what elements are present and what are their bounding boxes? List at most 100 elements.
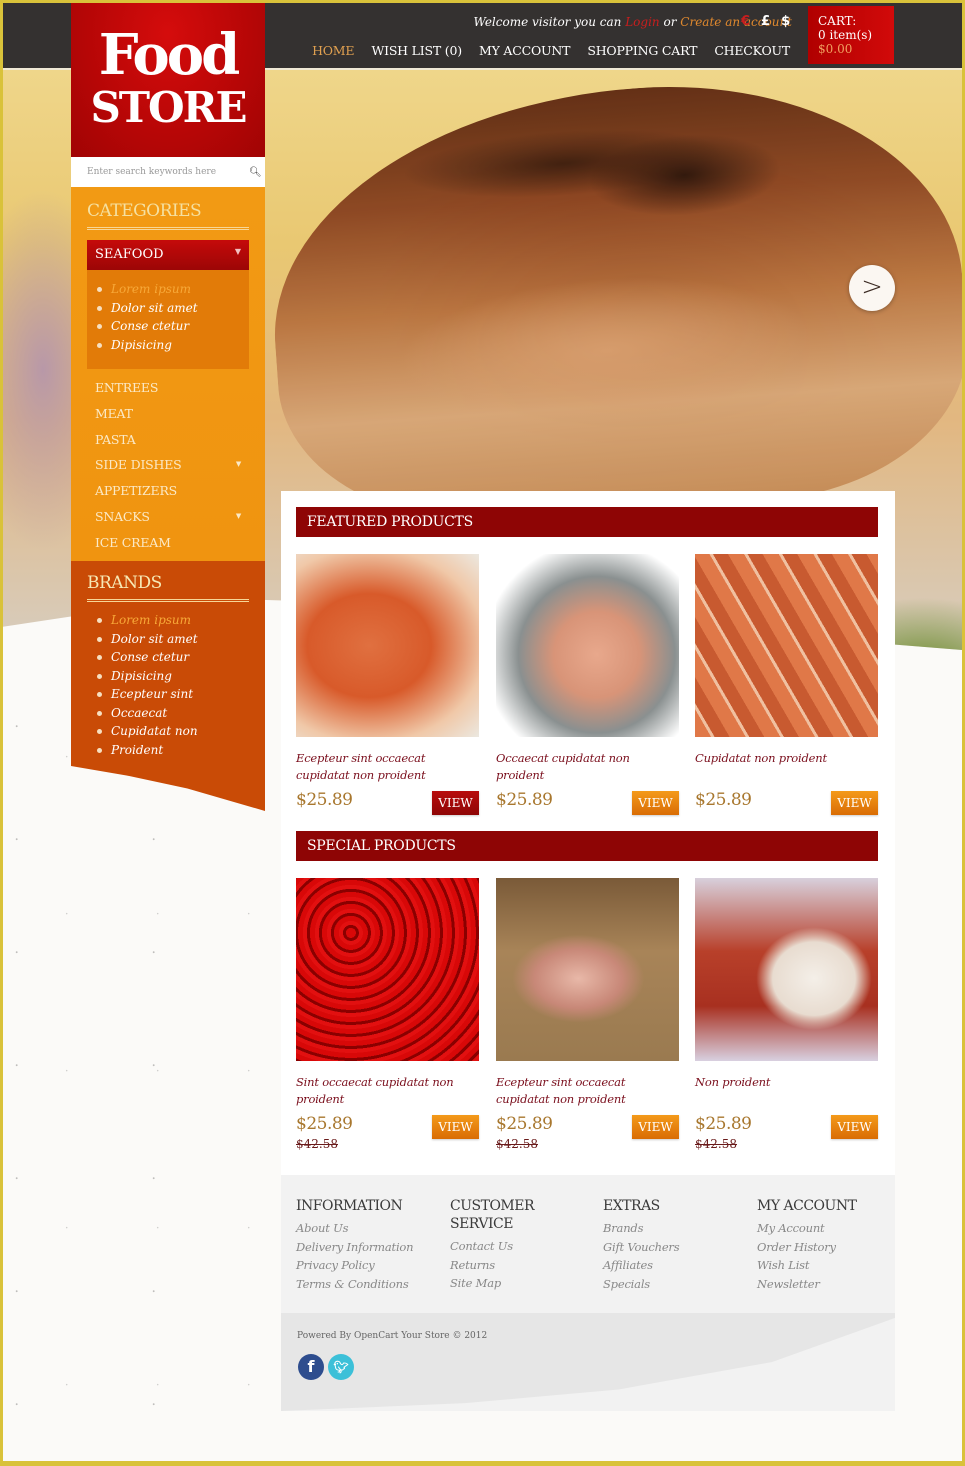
category-snacks[interactable]: SNACKS ▼: [95, 504, 241, 530]
footer-column-customer-service: CUSTOMER SERVICE Contact Us Returns Site…: [450, 1197, 560, 1293]
logo[interactable]: Food STORE: [71, 3, 265, 157]
login-link[interactable]: Login: [625, 15, 659, 29]
footer-link[interactable]: Privacy Policy: [296, 1256, 446, 1275]
footer-column-title: INFORMATION: [296, 1198, 403, 1214]
category-list: ENTREES MEAT PASTA SIDE DISHES ▼ APPETIZE…: [95, 375, 241, 556]
product-image[interactable]: [296, 878, 479, 1061]
product-price: $25.89: [296, 790, 353, 810]
currency-euro[interactable]: €: [741, 14, 750, 29]
product-name[interactable]: Cupidatat non proident: [695, 750, 878, 784]
footer-link[interactable]: My Account: [757, 1219, 907, 1238]
special-product-card: Ecepteur sint occaecat cupidatat non pro…: [496, 878, 679, 1151]
category-label: APPETIZERS: [95, 483, 178, 499]
brand-item[interactable]: Conse ctetur: [95, 648, 198, 667]
product-name[interactable]: Non proident: [695, 1074, 878, 1108]
category-label: SIDE DISHES: [95, 457, 182, 473]
featured-products-title: FEATURED PRODUCTS: [296, 507, 878, 537]
footer-link[interactable]: Newsletter: [757, 1275, 907, 1294]
product-old-price: $42.58: [496, 1137, 538, 1151]
categories-title: CATEGORIES: [87, 201, 249, 230]
search-box: 🔍︎: [71, 157, 265, 187]
nav-home[interactable]: HOME: [312, 43, 354, 58]
category-seafood[interactable]: SEAFOOD ▼: [87, 240, 249, 270]
category-pasta[interactable]: PASTA: [95, 427, 241, 453]
footer-column-extras: EXTRAS Brands Gift Vouchers Affiliates S…: [603, 1197, 753, 1293]
category-ice-cream[interactable]: ICE CREAM: [95, 530, 241, 556]
category-appetizers[interactable]: APPETIZERS: [95, 478, 241, 504]
seafood-subcategories: Lorem ipsum Dolor sit amet Conse ctetur …: [87, 270, 249, 369]
product-name[interactable]: Occaecat cupidatat non proident: [496, 750, 679, 784]
category-entrees[interactable]: ENTREES: [95, 375, 241, 401]
search-input[interactable]: [87, 167, 237, 177]
brand-item[interactable]: Ecepteur sint: [95, 685, 198, 704]
product-image[interactable]: [496, 554, 679, 737]
product-name[interactable]: Ecepteur sint occaecat cupidatat non pro…: [496, 1074, 679, 1108]
product-price: $25.89: [496, 790, 553, 810]
footer-link[interactable]: Brands: [603, 1219, 753, 1238]
brand-item[interactable]: Dipisicing: [95, 667, 198, 686]
currency-dollar[interactable]: $: [781, 14, 790, 29]
currency-switcher: € £ $: [741, 14, 801, 29]
nav-wish-list[interactable]: WISH LIST (0): [371, 43, 462, 58]
nav-my-account[interactable]: MY ACCOUNT: [479, 43, 570, 58]
footer-link[interactable]: Order History: [757, 1238, 907, 1257]
product-image[interactable]: [496, 878, 679, 1061]
category-side-dishes[interactable]: SIDE DISHES ▼: [95, 452, 241, 478]
chevron-down-icon[interactable]: ▼: [235, 247, 241, 256]
product-name[interactable]: Sint occaecat cupidatat non proident: [296, 1074, 479, 1108]
twitter-icon[interactable]: 🐦︎: [328, 1354, 354, 1380]
product-image[interactable]: [695, 878, 878, 1061]
category-meat[interactable]: MEAT: [95, 401, 241, 427]
footer-link[interactable]: Terms & Conditions: [296, 1275, 446, 1294]
nav-shopping-cart[interactable]: SHOPPING CART: [587, 43, 697, 58]
view-button[interactable]: VIEW: [632, 1115, 679, 1139]
product-image[interactable]: [695, 554, 878, 737]
footer-link[interactable]: Specials: [603, 1275, 753, 1294]
footer-link[interactable]: Returns: [450, 1256, 560, 1275]
footer-link[interactable]: Delivery Information: [296, 1238, 446, 1257]
logo-line-2: STORE: [90, 83, 247, 132]
cart-label: CART:: [818, 14, 857, 28]
footer-link[interactable]: Site Map: [450, 1274, 560, 1293]
brand-item[interactable]: Dolor sit amet: [95, 630, 198, 649]
category-seafood-label: SEAFOOD: [95, 247, 164, 262]
view-button[interactable]: VIEW: [831, 791, 878, 815]
product-price: $25.89: [496, 1114, 553, 1134]
footer-link[interactable]: About Us: [296, 1219, 446, 1238]
categories-panel: CATEGORIES SEAFOOD ▼ Lorem ipsum Dolor s…: [71, 187, 265, 561]
view-button[interactable]: VIEW: [632, 791, 679, 815]
brand-item[interactable]: Occaecat: [95, 704, 198, 723]
footer-link[interactable]: Gift Vouchers: [603, 1238, 753, 1257]
footer-link[interactable]: Contact Us: [450, 1237, 560, 1256]
product-image[interactable]: [296, 554, 479, 737]
chevron-down-icon[interactable]: ▼: [236, 452, 241, 478]
special-products-title: SPECIAL PRODUCTS: [296, 831, 878, 861]
footer-link[interactable]: Affiliates: [603, 1256, 753, 1275]
brand-item[interactable]: Cupidatat non: [95, 722, 198, 741]
slider-next-button[interactable]: >: [849, 265, 895, 311]
featured-product-card: Ecepteur sint occaecat cupidatat non pro…: [296, 554, 479, 815]
footer-column-title: EXTRAS: [603, 1198, 660, 1214]
view-button[interactable]: VIEW: [432, 1115, 479, 1139]
cart-widget[interactable]: CART: 0 item(s) $0.00: [808, 6, 894, 64]
search-icon[interactable]: 🔍︎: [249, 167, 262, 178]
chevron-down-icon[interactable]: ▼: [236, 504, 241, 530]
nav-checkout[interactable]: CHECKOUT: [714, 43, 790, 58]
powered-by-text: Powered By OpenCart Your Store © 2012: [297, 1331, 488, 1341]
footer-column-my-account: MY ACCOUNT My Account Order History Wish…: [757, 1197, 907, 1293]
currency-pound[interactable]: £: [761, 14, 770, 29]
footer-link[interactable]: Wish List: [757, 1256, 907, 1275]
brand-item[interactable]: Lorem ipsum: [95, 611, 198, 630]
subcategory-item[interactable]: Dipisicing: [95, 336, 249, 355]
subcategory-item[interactable]: Conse ctetur: [95, 317, 249, 336]
product-name[interactable]: Ecepteur sint occaecat cupidatat non pro…: [296, 750, 479, 784]
facebook-icon[interactable]: f: [298, 1354, 324, 1380]
view-button[interactable]: VIEW: [831, 1115, 878, 1139]
brands-title: BRANDS: [87, 573, 249, 602]
product-old-price: $42.58: [695, 1137, 737, 1151]
view-button[interactable]: VIEW: [432, 791, 479, 815]
product-price: $25.89: [695, 790, 752, 810]
brand-item[interactable]: Proident: [95, 741, 198, 760]
subcategory-item[interactable]: Lorem ipsum: [95, 280, 249, 299]
subcategory-item[interactable]: Dolor sit amet: [95, 299, 249, 318]
